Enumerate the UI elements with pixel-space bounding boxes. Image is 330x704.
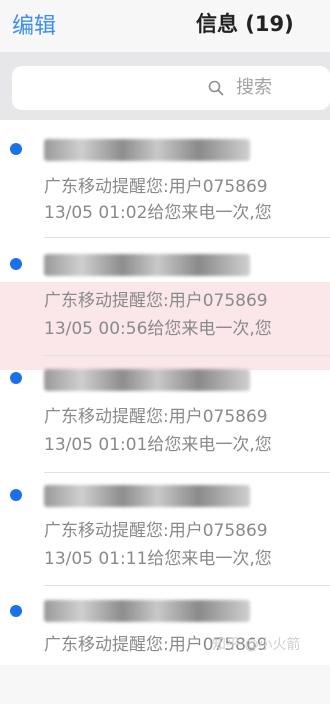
message-preview-line1: 广东移动提醒您:用户075869 (44, 407, 268, 427)
sender-name-redacted (44, 600, 250, 622)
sender-name-redacted (44, 485, 250, 507)
message-preview-line1: 广东移动提醒您:用户075869 (44, 521, 268, 541)
message-preview-line2: 13/05 00:56给您来电一次,您 (44, 319, 272, 339)
message-preview-line2: 13/05 01:02给您来电一次,您 (44, 203, 272, 223)
sender-name-redacted (44, 254, 250, 276)
watermark: 知乎 @小火箭 (212, 637, 301, 653)
message-preview-line2: 13/05 01:01给您来电一次,您 (44, 435, 272, 455)
search-icon (208, 80, 224, 96)
unread-dot-icon (10, 489, 22, 501)
sender-name-redacted (44, 139, 250, 161)
search-input[interactable] (236, 73, 316, 101)
message-preview-line1: 广东移动提醒您:用户075869 (44, 291, 268, 311)
unread-dot-icon (10, 258, 22, 270)
message-preview-line1: 广东移动提醒您:用户075869 (44, 177, 268, 197)
sender-name-redacted (44, 369, 250, 391)
unread-dot-icon (10, 143, 22, 155)
page-title: 信息 (19) (196, 12, 294, 36)
message-preview-line2: 13/05 01:11给您来电一次,您 (44, 549, 272, 569)
navigation-bar: 编辑 信息 (19) (0, 0, 330, 52)
unread-dot-icon (10, 605, 22, 617)
unread-dot-icon (10, 372, 22, 384)
edit-button[interactable]: 编辑 (12, 8, 56, 40)
